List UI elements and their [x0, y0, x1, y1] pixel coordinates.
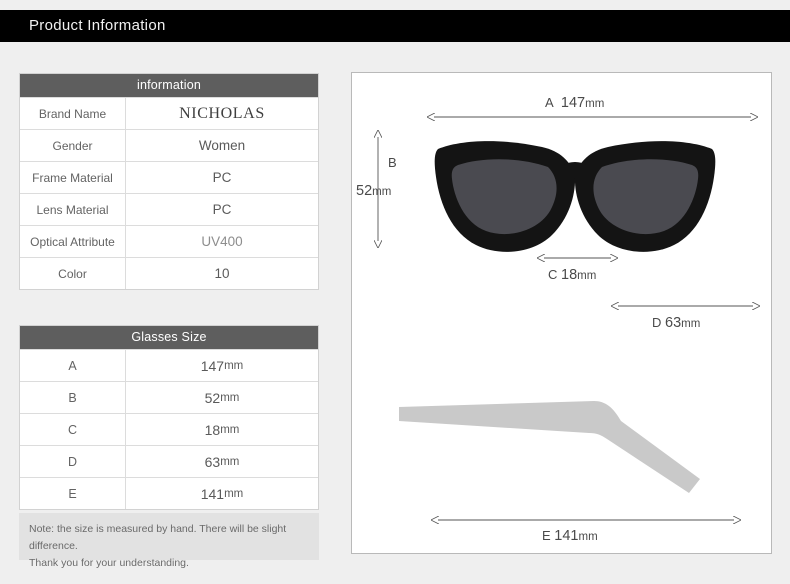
value-number: 147 — [200, 357, 225, 374]
row-label-a: A — [20, 350, 126, 381]
dim-letter-a: A — [545, 95, 554, 110]
row-value-gender: Women — [198, 138, 246, 153]
row-label-color: Color — [20, 258, 126, 289]
dim-letter-c: C — [548, 267, 558, 282]
row-label-lens-material: Lens Material — [20, 194, 126, 225]
value-unit: mm — [220, 391, 240, 404]
table-row: B 52 mm — [20, 381, 318, 413]
page-title: Product Information — [29, 17, 166, 34]
row-value-frame-material: PC — [212, 170, 232, 185]
dim-number-d: 63 — [665, 315, 682, 331]
dim-label-d: D 63mm — [652, 315, 700, 331]
dim-label-b-value: 52mm — [356, 183, 391, 199]
information-table-heading: information — [20, 74, 318, 97]
dim-letter-e: E — [542, 528, 551, 543]
value-unit: mm — [224, 487, 244, 500]
value-number: 18 — [204, 421, 221, 438]
measurement-note: Note: the size is measured by hand. Ther… — [19, 513, 319, 569]
information-table: information Brand Name NICHOLAS Gender W… — [19, 73, 319, 290]
dim-number-a: 147 — [560, 95, 586, 111]
row-value-c: 18 mm — [126, 414, 318, 445]
dim-unit-b: mm — [372, 186, 392, 198]
row-value-color: 10 — [214, 266, 230, 281]
note-line-2: Thank you for your understanding. — [29, 557, 189, 569]
table-row: Frame Material PC — [20, 161, 318, 193]
dim-number-c: 18 — [561, 267, 578, 283]
table-row: Gender Women — [20, 129, 318, 161]
row-value-b: 52 mm — [126, 382, 318, 413]
table-row: E 141 mm — [20, 477, 318, 509]
note-line-1: Note: the size is measured by hand. Ther… — [29, 523, 287, 552]
row-value-optical-attribute: UV400 — [201, 234, 243, 249]
value-unit: mm — [220, 455, 240, 468]
dim-number-e: 141 — [554, 528, 579, 544]
dim-unit-e: mm — [578, 531, 598, 543]
row-value-d: 63 mm — [126, 446, 318, 477]
row-value-lens-material: PC — [212, 202, 232, 217]
row-value-e: 141 mm — [126, 478, 318, 509]
row-label-optical-attribute: Optical Attribute — [20, 226, 126, 257]
row-label-brand-name: Brand Name — [20, 98, 126, 129]
value-number: 63 — [204, 453, 221, 470]
value-unit: mm — [224, 359, 244, 372]
table-row: Brand Name NICHOLAS — [20, 97, 318, 129]
table-row: D 63 mm — [20, 445, 318, 477]
glasses-size-table-heading: Glasses Size — [20, 326, 318, 349]
dim-letter-d: D — [652, 315, 662, 330]
table-row: A 147 mm — [20, 349, 318, 381]
dim-number-b: 52 — [356, 183, 373, 199]
dim-label-a: A 147mm — [545, 95, 604, 111]
row-label-b: B — [20, 382, 126, 413]
row-label-frame-material: Frame Material — [20, 162, 126, 193]
table-row: Color 10 — [20, 257, 318, 289]
row-value-brand-name: NICHOLAS — [179, 104, 265, 122]
table-row: C 18 mm — [20, 413, 318, 445]
value-number: 141 — [200, 485, 225, 502]
table-row: Optical Attribute UV400 — [20, 225, 318, 257]
value-unit: mm — [220, 423, 240, 436]
dim-label-c: C 18mm — [548, 267, 596, 283]
dim-unit-d: mm — [681, 318, 701, 330]
dim-label-e: E 141mm — [542, 528, 598, 544]
table-row: Lens Material PC — [20, 193, 318, 225]
row-label-e: E — [20, 478, 126, 509]
dimension-arrows — [352, 73, 772, 554]
row-label-c: C — [20, 414, 126, 445]
size-diagram-panel: A 147mm B 52mm C 18mm D 63mm E 141mm — [351, 72, 772, 554]
dim-label-b-letter: B — [388, 155, 397, 170]
glasses-size-table: Glasses Size A 147 mm B 52 mm C 18 mm D 63 m… — [19, 325, 319, 510]
row-value-a: 147 mm — [126, 350, 318, 381]
dim-letter-b: B — [388, 155, 397, 170]
row-label-d: D — [20, 446, 126, 477]
dim-unit-c: mm — [577, 270, 597, 282]
value-number: 52 — [204, 389, 221, 406]
dim-unit-a: mm — [585, 98, 605, 110]
row-label-gender: Gender — [20, 130, 126, 161]
